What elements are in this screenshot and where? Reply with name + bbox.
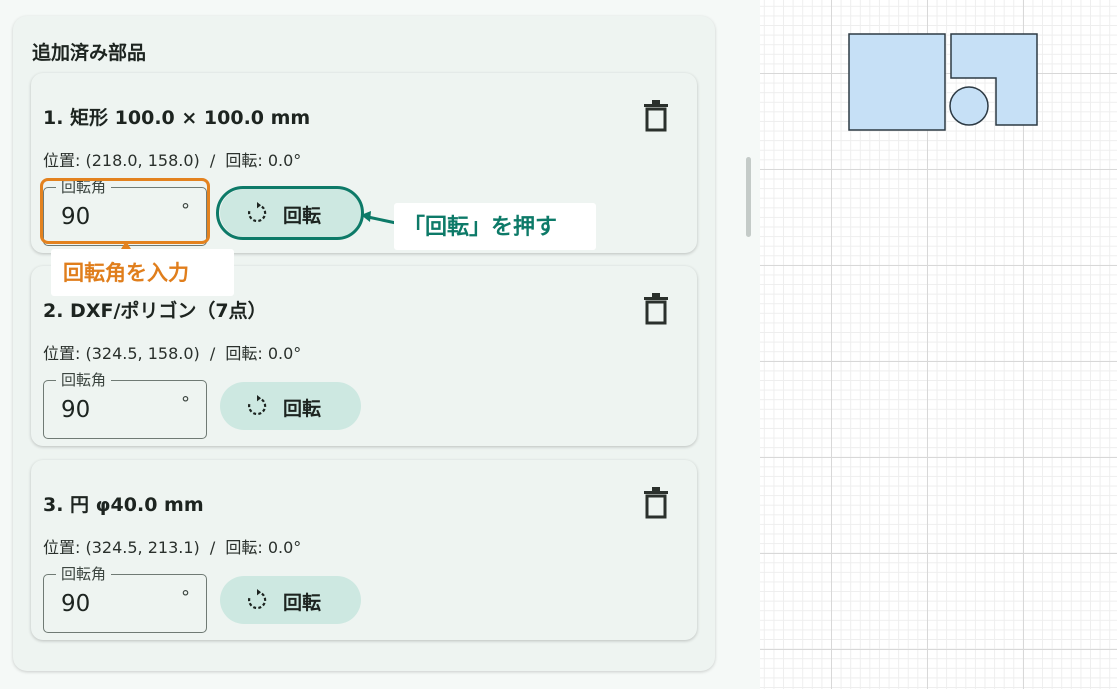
rotate-button-label: 回転 — [283, 398, 322, 420]
position-label: 位置: — [43, 344, 81, 363]
part-name: 3. 円 φ40.0 mm — [43, 494, 204, 516]
rotation-value: 0.0° — [267, 344, 302, 363]
delete-part-button[interactable] — [641, 99, 671, 133]
trash-icon — [644, 100, 668, 132]
added-parts-panel: 追加済み部品 1. 矩形 100.0 × 100.0 mm 位置: (218.0… — [13, 16, 715, 671]
angle-field-label: 回転角 — [56, 565, 112, 583]
angle-unit: ° — [181, 200, 190, 221]
arrow-left-icon — [361, 211, 397, 225]
rotation-value: 0.0° — [267, 538, 302, 557]
angle-unit: ° — [181, 393, 190, 414]
angle-value[interactable]: 90 — [61, 591, 90, 617]
panel-title: 追加済み部品 — [32, 42, 147, 64]
rotate-button[interactable]: 回転 — [220, 576, 361, 624]
position-value: (324.5, 213.1) — [85, 538, 200, 557]
part-name: 1. 矩形 100.0 × 100.0 mm — [43, 107, 311, 129]
separator: / — [209, 538, 216, 557]
trash-icon — [644, 293, 668, 325]
position-label: 位置: — [43, 151, 81, 170]
enter-angle-callout: 回転角を入力 — [51, 249, 234, 296]
position-rotation-text: 位置: (218.0, 158.0) / 回転: 0.0° — [43, 147, 301, 171]
position-value: (218.0, 158.0) — [85, 151, 200, 170]
rotate-icon — [248, 395, 267, 416]
part-card-3: 3. 円 φ40.0 mm 位置: (324.5, 213.1) / 回転: 0… — [31, 460, 697, 640]
angle-value[interactable]: 90 — [61, 397, 90, 423]
press-rotate-text: 「回転」を押す — [403, 215, 558, 240]
position-rotation-text: 位置: (324.5, 213.1) / 回転: 0.0° — [43, 534, 301, 558]
layout-canvas[interactable] — [760, 0, 1117, 689]
enter-angle-text: 回転角を入力 — [63, 261, 189, 285]
position-value: (324.5, 158.0) — [85, 344, 200, 363]
circle-part-shape[interactable] — [949, 86, 989, 126]
part-name: 2. DXF/ポリゴン（7点） — [43, 300, 267, 322]
position-rotation-text: 位置: (324.5, 158.0) / 回転: 0.0° — [43, 340, 301, 364]
delete-part-button[interactable] — [641, 292, 671, 326]
rotation-angle-input[interactable]: 回転角 90 ° — [43, 178, 207, 246]
rotation-label: 回転: — [225, 151, 263, 170]
canvas-shapes — [848, 33, 1038, 131]
press-rotate-callout: 「回転」を押す — [394, 203, 596, 250]
rotation-angle-input[interactable]: 回転角 90 ° — [43, 565, 207, 633]
callout-pointer — [121, 241, 131, 249]
angle-unit: ° — [181, 587, 190, 608]
rotate-button[interactable]: 回転 — [220, 189, 361, 237]
rectangle-part-shape[interactable] — [848, 33, 946, 131]
position-label: 位置: — [43, 538, 81, 557]
panel-scrollbar[interactable] — [746, 157, 751, 237]
delete-part-button[interactable] — [641, 486, 671, 520]
rotate-icon — [248, 589, 267, 610]
rotation-value: 0.0° — [267, 151, 302, 170]
rotation-label: 回転: — [225, 344, 263, 363]
rotation-label: 回転: — [225, 538, 263, 557]
rotate-button-label: 回転 — [283, 592, 322, 614]
angle-field-label: 回転角 — [56, 178, 112, 196]
rotate-icon — [248, 202, 267, 223]
rotate-button[interactable]: 回転 — [220, 382, 361, 430]
separator: / — [209, 344, 216, 363]
rotation-angle-input[interactable]: 回転角 90 ° — [43, 371, 207, 439]
angle-field-label: 回転角 — [56, 371, 112, 389]
trash-icon — [644, 487, 668, 519]
rotate-button-label: 回転 — [283, 205, 322, 227]
separator: / — [209, 151, 216, 170]
angle-value[interactable]: 90 — [61, 204, 90, 230]
